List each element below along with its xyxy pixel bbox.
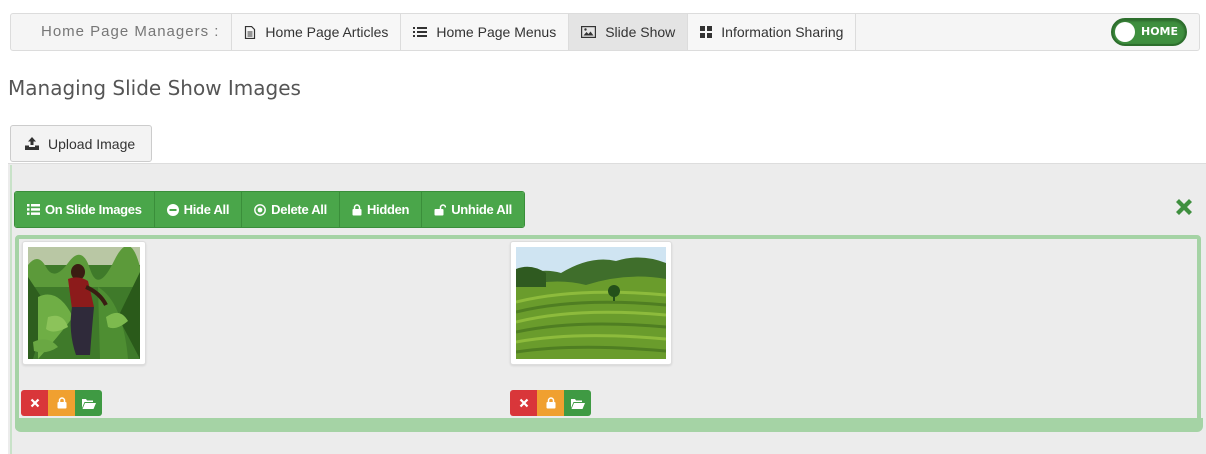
lock-icon	[352, 203, 362, 215]
tab-information-sharing[interactable]: Information Sharing	[688, 14, 857, 50]
slide-actions-toolbar: On Slide Images Hide All Delete All Hidd…	[14, 191, 525, 228]
remove-icon	[30, 398, 39, 408]
button-label: On Slide Images	[45, 202, 142, 217]
folder-open-icon	[570, 398, 585, 409]
lock-icon	[546, 397, 555, 409]
tab-label: Slide Show	[605, 24, 676, 40]
tea-plantation-image	[516, 247, 666, 359]
home-toggle[interactable]: HOME	[1111, 18, 1187, 46]
upload-image-button[interactable]: Upload Image	[10, 125, 152, 162]
button-label: Unhide All	[451, 202, 512, 217]
button-label: Delete All	[271, 202, 327, 217]
upload-icon	[25, 137, 39, 150]
image-1-actions	[21, 390, 102, 416]
crop-field-image	[28, 247, 140, 359]
slide-thumbnail-1[interactable]	[22, 241, 146, 365]
button-label: Hidden	[366, 202, 410, 217]
upload-label: Upload Image	[48, 135, 136, 152]
page-title: Managing Slide Show Images	[8, 76, 301, 100]
home-managers-nav: Home Page Managers : Home Page Articles …	[10, 13, 1200, 51]
lock-icon	[57, 397, 66, 409]
button-label: Hide All	[183, 202, 230, 217]
unhide-all-button[interactable]: Unhide All	[422, 192, 524, 227]
remove-icon	[519, 398, 528, 408]
grid-icon	[700, 26, 713, 38]
open-image-button[interactable]	[564, 390, 591, 416]
gallery-scrollbar[interactable]	[15, 418, 1203, 432]
list-icon	[413, 27, 428, 37]
tab-label: Information Sharing	[721, 24, 844, 40]
hidden-button[interactable]: Hidden	[339, 192, 423, 227]
tab-home-page-articles[interactable]: Home Page Articles	[232, 14, 402, 50]
tab-label: Home Page Menus	[436, 24, 557, 40]
image-2-actions	[510, 390, 591, 416]
folder-open-icon	[81, 398, 96, 409]
hide-image-button[interactable]	[48, 390, 75, 416]
home-toggle-label: HOME	[1141, 25, 1179, 38]
toggle-knob	[1115, 22, 1135, 42]
nav-label: Home Page Managers :	[11, 14, 233, 50]
slide-thumbnail-2[interactable]	[510, 241, 672, 365]
unlock-icon	[434, 203, 447, 215]
on-slide-images-button[interactable]: On Slide Images	[15, 192, 155, 227]
tab-slide-show[interactable]: Slide Show	[569, 14, 689, 50]
minus-circle-icon	[166, 203, 179, 216]
panel-divider	[10, 165, 12, 454]
tab-label: Home Page Articles	[265, 24, 389, 40]
delete-image-button[interactable]	[21, 390, 48, 416]
hide-all-button[interactable]: Hide All	[154, 192, 243, 227]
hide-image-button[interactable]	[537, 390, 564, 416]
file-icon	[245, 25, 256, 39]
open-image-button[interactable]	[75, 390, 102, 416]
delete-image-button[interactable]	[510, 390, 537, 416]
picture-icon	[581, 26, 597, 38]
close-icon[interactable]	[1172, 195, 1196, 219]
tab-home-page-menus[interactable]: Home Page Menus	[401, 14, 570, 50]
delete-all-button[interactable]: Delete All	[242, 192, 340, 227]
remove-circle-icon	[254, 203, 267, 216]
list-icon	[27, 204, 40, 215]
